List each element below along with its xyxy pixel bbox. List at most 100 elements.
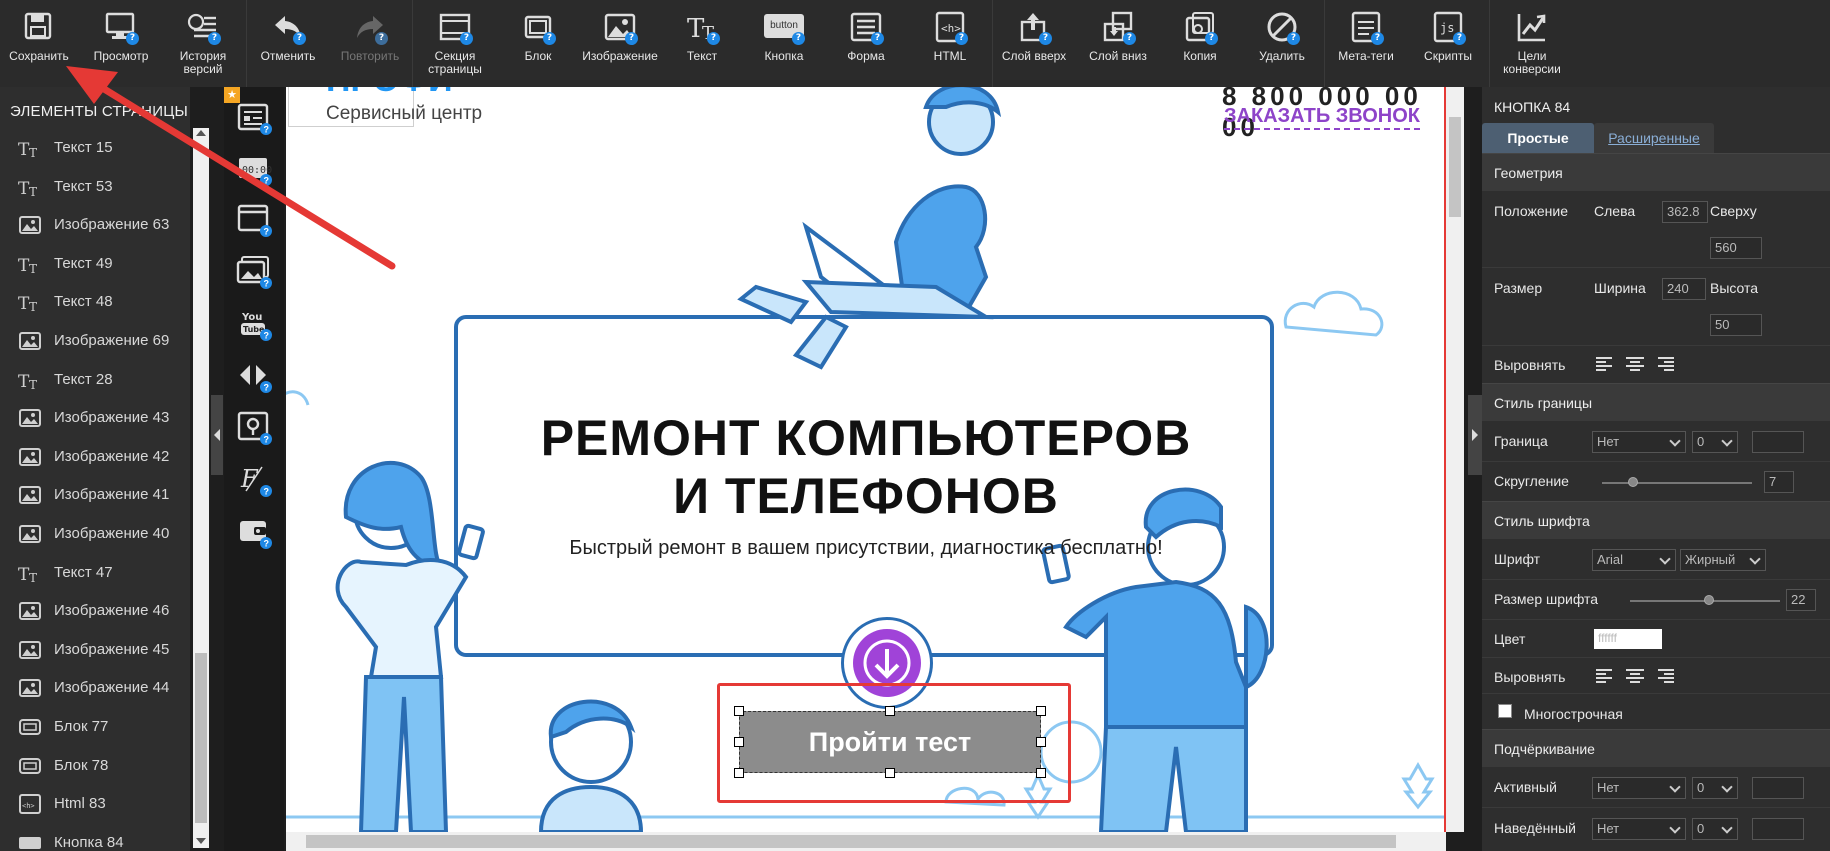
list-item[interactable]: Изображение 46 bbox=[0, 591, 178, 629]
tab-advanced[interactable]: Расширенные bbox=[1594, 123, 1714, 153]
elements-scrollbar[interactable] bbox=[193, 128, 209, 848]
list-item[interactable]: <h> Html 83 bbox=[0, 784, 178, 822]
align-center-icon[interactable] bbox=[1624, 355, 1646, 373]
widget-timer-icon[interactable]: 00:00? bbox=[236, 150, 272, 186]
top-position-input[interactable]: 560 bbox=[1710, 237, 1762, 259]
image-button[interactable]: ? Изображение bbox=[578, 0, 662, 87]
hover-underline-width-select[interactable]: 0 bbox=[1692, 818, 1738, 840]
resize-handle-n[interactable] bbox=[885, 706, 895, 716]
active-underline-color-input[interactable] bbox=[1752, 777, 1804, 799]
border-color-input[interactable] bbox=[1752, 431, 1804, 453]
hover-underline-select[interactable]: Нет bbox=[1592, 818, 1686, 840]
list-item[interactable]: Блок 78 bbox=[0, 746, 178, 784]
list-item[interactable]: Изображение 41 bbox=[0, 475, 178, 513]
resize-handle-nw[interactable] bbox=[734, 706, 744, 716]
block-button[interactable]: ? Блок bbox=[502, 0, 574, 87]
take-test-button[interactable]: Пройти тест bbox=[739, 711, 1041, 773]
list-item[interactable]: T T Текст 49 bbox=[0, 244, 178, 282]
resize-handle-e[interactable] bbox=[1036, 737, 1046, 747]
border-width-select[interactable]: 0 bbox=[1692, 431, 1738, 453]
widget-list-icon[interactable]: ? bbox=[236, 99, 272, 135]
list-item[interactable]: T T Текст 28 bbox=[0, 360, 178, 398]
resize-handle-se[interactable] bbox=[1036, 768, 1046, 778]
multiline-checkbox[interactable] bbox=[1498, 704, 1512, 718]
list-item[interactable]: T T Текст 47 bbox=[0, 553, 178, 591]
rounding-input[interactable]: 7 bbox=[1764, 471, 1794, 493]
widget-slider-icon[interactable]: ? bbox=[236, 357, 272, 393]
meta-tags-button[interactable]: ? Мета-теги bbox=[1330, 0, 1402, 87]
resize-handle-sw[interactable] bbox=[734, 768, 744, 778]
height-input[interactable]: 50 bbox=[1710, 314, 1762, 336]
hero-subtitle[interactable]: Быстрый ремонт в вашем присутствии, диаг… bbox=[366, 537, 1366, 560]
landing-page-canvas[interactable]: ПРОФИ Сервисный центр 8 800 000 00 00 ЗА… bbox=[286, 87, 1446, 832]
button-element-button[interactable]: button ? Кнопка bbox=[748, 0, 820, 87]
widget-wallet-icon[interactable]: ? bbox=[236, 513, 272, 549]
collapse-left-panel-button[interactable] bbox=[211, 395, 223, 475]
tab-simple[interactable]: Простые bbox=[1482, 123, 1594, 153]
list-item[interactable]: T T Текст 53 bbox=[0, 167, 178, 205]
list-item[interactable]: Кнопка 84 bbox=[0, 823, 178, 851]
canvas-v-scroll-thumb[interactable] bbox=[1449, 117, 1461, 217]
resize-handle-w[interactable] bbox=[734, 737, 744, 747]
layer-down-button[interactable]: ? Слой вниз bbox=[1080, 0, 1156, 87]
copy-button[interactable]: ? Копия bbox=[1164, 0, 1236, 87]
delete-button[interactable]: ? Удалить bbox=[1246, 0, 1318, 87]
form-button[interactable]: ? Форма bbox=[830, 0, 902, 87]
widget-youtube-icon[interactable]: You Tube? bbox=[236, 305, 272, 341]
font-size-slider-knob[interactable] bbox=[1704, 595, 1714, 605]
border-type-select[interactable]: Нет bbox=[1592, 431, 1686, 453]
font-family-select[interactable]: Arial bbox=[1592, 549, 1676, 571]
color-input[interactable]: ffffff bbox=[1594, 629, 1662, 649]
rounding-slider-knob[interactable] bbox=[1628, 477, 1638, 487]
active-underline-select[interactable]: Нет bbox=[1592, 777, 1686, 799]
underline-section[interactable]: Подчёркивание bbox=[1482, 729, 1830, 767]
version-history-button[interactable]: ? История версий bbox=[164, 0, 242, 87]
widget-gallery-icon[interactable]: ? bbox=[236, 253, 272, 289]
scripts-button[interactable]: js ? Скрипты bbox=[1412, 0, 1484, 87]
list-item[interactable]: Изображение 45 bbox=[0, 630, 178, 668]
active-underline-width-select[interactable]: 0 bbox=[1692, 777, 1738, 799]
align-left-icon[interactable] bbox=[1594, 355, 1616, 373]
canvas-vertical-scrollbar[interactable] bbox=[1446, 87, 1464, 832]
favorite-star-icon[interactable]: ★ bbox=[224, 87, 240, 103]
elements-scroll-thumb[interactable] bbox=[195, 653, 207, 823]
widget-popup-icon[interactable]: ? bbox=[236, 201, 272, 237]
order-call-link[interactable]: ЗАКАЗАТЬ ЗВОНОК bbox=[1224, 104, 1420, 130]
border-style-section[interactable]: Стиль границы bbox=[1482, 383, 1830, 421]
scroll-down-arrow-icon[interactable] bbox=[196, 838, 206, 844]
list-item[interactable]: Изображение 63 bbox=[0, 205, 178, 243]
rounding-slider[interactable] bbox=[1602, 482, 1752, 484]
layer-up-button[interactable]: ? Слой вверх bbox=[998, 0, 1070, 87]
hero-title[interactable]: РЕМОНТ КОМПЬЮТЕРОВ И ТЕЛЕФОНОВ bbox=[366, 409, 1366, 525]
list-item[interactable]: Изображение 69 bbox=[0, 321, 178, 359]
widget-font-icon[interactable]: F? bbox=[236, 461, 272, 497]
canvas-h-scroll-thumb[interactable] bbox=[306, 835, 1396, 848]
list-item[interactable]: T T Текст 48 bbox=[0, 282, 178, 320]
preview-button[interactable]: ? Просмотр bbox=[83, 0, 159, 87]
resize-handle-s[interactable] bbox=[885, 768, 895, 778]
list-item[interactable]: Блок 77 bbox=[0, 707, 178, 745]
html-button[interactable]: <h> ? HTML bbox=[914, 0, 986, 87]
geometry-section[interactable]: Геометрия bbox=[1482, 153, 1830, 191]
collapse-right-panel-button[interactable] bbox=[1468, 395, 1482, 475]
redo-button[interactable]: ? Повторить bbox=[334, 0, 406, 87]
logo-text[interactable]: ПРОФИ bbox=[326, 87, 453, 100]
left-position-input[interactable]: 362.8 bbox=[1662, 201, 1708, 223]
list-item[interactable]: T T Текст 15 bbox=[0, 128, 178, 166]
conversion-goals-button[interactable]: Цели конверсии bbox=[1494, 0, 1570, 87]
font-size-input[interactable]: 22 bbox=[1786, 589, 1816, 611]
logo-subtitle[interactable]: Сервисный центр bbox=[326, 103, 482, 125]
undo-button[interactable]: ? Отменить bbox=[252, 0, 324, 87]
list-item[interactable]: Изображение 44 bbox=[0, 668, 178, 706]
resize-handle-ne[interactable] bbox=[1036, 706, 1046, 716]
text-align-left-icon[interactable] bbox=[1594, 667, 1616, 685]
text-align-right-icon[interactable] bbox=[1654, 667, 1676, 685]
text-button[interactable]: TT ? Текст bbox=[666, 0, 738, 87]
scroll-up-arrow-icon[interactable] bbox=[196, 130, 206, 136]
list-item[interactable]: Изображение 43 bbox=[0, 398, 178, 436]
align-right-icon[interactable] bbox=[1654, 355, 1676, 373]
save-button[interactable]: Сохранить bbox=[0, 0, 78, 87]
width-input[interactable]: 240 bbox=[1662, 278, 1706, 300]
font-style-section[interactable]: Стиль шрифта bbox=[1482, 501, 1830, 539]
list-item[interactable]: Изображение 40 bbox=[0, 514, 178, 552]
